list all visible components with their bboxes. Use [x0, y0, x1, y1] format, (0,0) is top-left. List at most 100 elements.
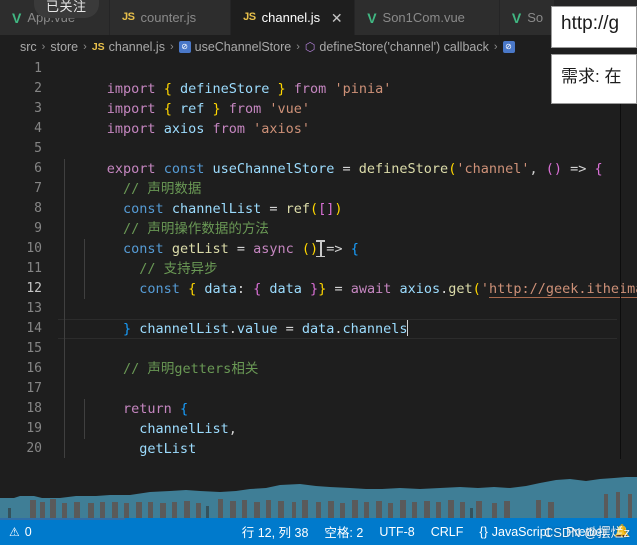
vscode-window: V App.vue ✕ JS counter.js ✕ JS channel.j… — [0, 0, 637, 545]
close-icon[interactable]: ✕ — [330, 11, 343, 25]
bell-icon[interactable]: 🔔 — [614, 524, 630, 539]
code-line-7[interactable]: 7 const channelList = ref([]) — [0, 179, 637, 199]
code-line-12[interactable]: 12 channelList.value = data.channels — [0, 279, 637, 299]
waveform-svg — [0, 458, 637, 518]
status-cursor-position[interactable]: 行 12, 列 38 — [234, 522, 317, 541]
code-line-20[interactable]: 20 } — [0, 439, 637, 459]
js-file-icon: JS — [122, 12, 134, 23]
code-line-5[interactable]: 5export const useChannelStore = defineSt… — [0, 139, 637, 159]
vue-file-icon: V — [367, 11, 376, 25]
chevron-right-icon: › — [83, 41, 87, 53]
symbol-variable-icon: ⊘ — [179, 41, 191, 53]
warning-icon: ⚠ — [9, 525, 20, 539]
line-number: 7 — [0, 179, 42, 199]
status-encoding[interactable]: UTF-8 — [371, 525, 422, 539]
vue-file-icon: V — [12, 11, 21, 25]
chevron-right-icon: › — [494, 41, 498, 53]
problems-count: 0 — [25, 525, 32, 539]
tab-son2com-vue[interactable]: V So — [500, 0, 555, 35]
line-number: 11 — [0, 259, 42, 279]
chevron-right-icon: › — [170, 41, 174, 53]
requirement-tooltip[interactable]: 需求: 在 — [551, 54, 637, 104]
breadcrumb-item-store[interactable]: store — [50, 40, 78, 54]
line-number: 6 — [0, 159, 42, 179]
tab-label: So — [527, 10, 543, 25]
cursor-position-label: 行 12, 列 38 — [242, 522, 309, 541]
tab-label: counter.js — [141, 10, 197, 25]
code-line-19[interactable]: 19 getList — [0, 419, 637, 439]
js-file-icon: JS — [243, 12, 255, 23]
code-line-9[interactable]: 9 const getList = async () => { — [0, 219, 637, 239]
line-number: 2 — [0, 79, 42, 99]
breadcrumb-label: useChannelStore — [195, 40, 292, 54]
code-line-17[interactable]: 17 return { — [0, 379, 637, 399]
breadcrumb: src › store › JS channel.js › ⊘ useChann… — [0, 35, 637, 59]
code-line-6[interactable]: 6 // 声明数据 — [0, 159, 637, 179]
breadcrumb-label: store — [50, 40, 78, 54]
eol-label: CRLF — [431, 525, 464, 539]
chevron-right-icon: › — [42, 41, 46, 53]
status-formatter[interactable]: Prettier — [558, 525, 614, 539]
url-tooltip[interactable]: http://g — [551, 6, 637, 48]
encoding-label: UTF-8 — [379, 525, 414, 539]
line-number: 12 — [0, 279, 42, 299]
line-number: 4 — [0, 119, 42, 139]
audio-waveform — [0, 458, 637, 518]
code-line-13[interactable]: 13 } — [0, 299, 637, 319]
breadcrumb-item-src[interactable]: src — [20, 40, 37, 54]
line-number: 10 — [0, 239, 42, 259]
progress-indicator — [0, 518, 125, 520]
symbol-object-icon: ⬡ — [305, 41, 315, 53]
tab-channel-js[interactable]: JS channel.js ✕ — [231, 0, 355, 35]
code-line-1[interactable]: 1import { defineStore } from 'pinia' — [0, 59, 637, 79]
tab-counter-js[interactable]: JS counter.js ✕ — [110, 0, 231, 35]
code-line-16[interactable]: 16 — [0, 359, 637, 379]
status-eol[interactable]: CRLF — [423, 525, 472, 539]
status-notifications[interactable]: 🔔 — [614, 524, 637, 539]
breadcrumb-label: defineStore('channel') callback — [319, 40, 488, 54]
language-label: JavaScript — [492, 525, 550, 539]
code-line-4[interactable]: 4 — [0, 119, 637, 139]
requirement-tooltip-text: 需求: 在 — [561, 67, 621, 86]
tooltip-group: http://g 需求: 在 — [551, 6, 637, 104]
breadcrumb-label: channel.js — [109, 40, 165, 54]
line-number: 19 — [0, 419, 42, 439]
code-line-11[interactable]: 11 const { data: { data }} = await axios… — [0, 259, 637, 279]
indentation-label: 空格: 2 — [324, 522, 363, 541]
breadcrumb-item-channel-js[interactable]: JS channel.js — [92, 40, 165, 54]
tab-label: Son1Com.vue — [383, 10, 465, 25]
vue-file-icon: V — [512, 11, 521, 25]
status-indentation[interactable]: 空格: 2 — [316, 522, 371, 541]
code-line-18[interactable]: 18 channelList, — [0, 399, 637, 419]
line-number: 9 — [0, 219, 42, 239]
status-problems[interactable]: ⚠ 0 — [0, 525, 32, 539]
line-number: 15 — [0, 339, 42, 359]
symbol-variable-icon: ⊘ — [503, 41, 515, 53]
editor-scrollbar[interactable] — [620, 59, 621, 459]
breadcrumb-label: src — [20, 40, 37, 54]
breadcrumb-item-usechannelstore[interactable]: ⊘ useChannelStore — [179, 40, 292, 54]
status-bar: ⚠ 0 行 12, 列 38 空格: 2 UTF-8 CRLF {} JavaS… — [0, 518, 637, 545]
formatter-label: Prettier — [566, 525, 606, 539]
code-line-8[interactable]: 8 // 声明操作数据的方法 — [0, 199, 637, 219]
tab-label: channel.js — [262, 10, 321, 25]
code-line-14[interactable]: 14 — [0, 319, 637, 339]
line-number: 1 — [0, 59, 42, 79]
code-line-3[interactable]: 3import axios from 'axios' — [0, 99, 637, 119]
line-number: 14 — [0, 319, 42, 339]
breadcrumb-item-definestore-callback[interactable]: ⬡ defineStore('channel') callback — [305, 40, 489, 54]
status-language-mode[interactable]: {} JavaScript — [471, 525, 558, 539]
code-line-15[interactable]: 15 // 声明getters相关 — [0, 339, 637, 359]
followed-badge[interactable]: 已关注 — [34, 0, 99, 18]
braces-icon: {} — [479, 525, 487, 539]
url-tooltip-text: http://g — [561, 13, 619, 34]
line-number: 18 — [0, 399, 42, 419]
code-line-2[interactable]: 2import { ref } from 'vue' — [0, 79, 637, 99]
line-number: 17 — [0, 379, 42, 399]
code-editor[interactable]: 1import { defineStore } from 'pinia' 2im… — [0, 59, 637, 518]
chevron-right-icon: › — [296, 41, 300, 53]
breadcrumb-item-trailing[interactable]: ⊘ — [503, 41, 515, 53]
js-file-icon: JS — [92, 41, 105, 53]
mouse-ibeam-cursor — [316, 240, 325, 257]
tab-son1com-vue[interactable]: V Son1Com.vue ✕ — [355, 0, 500, 35]
